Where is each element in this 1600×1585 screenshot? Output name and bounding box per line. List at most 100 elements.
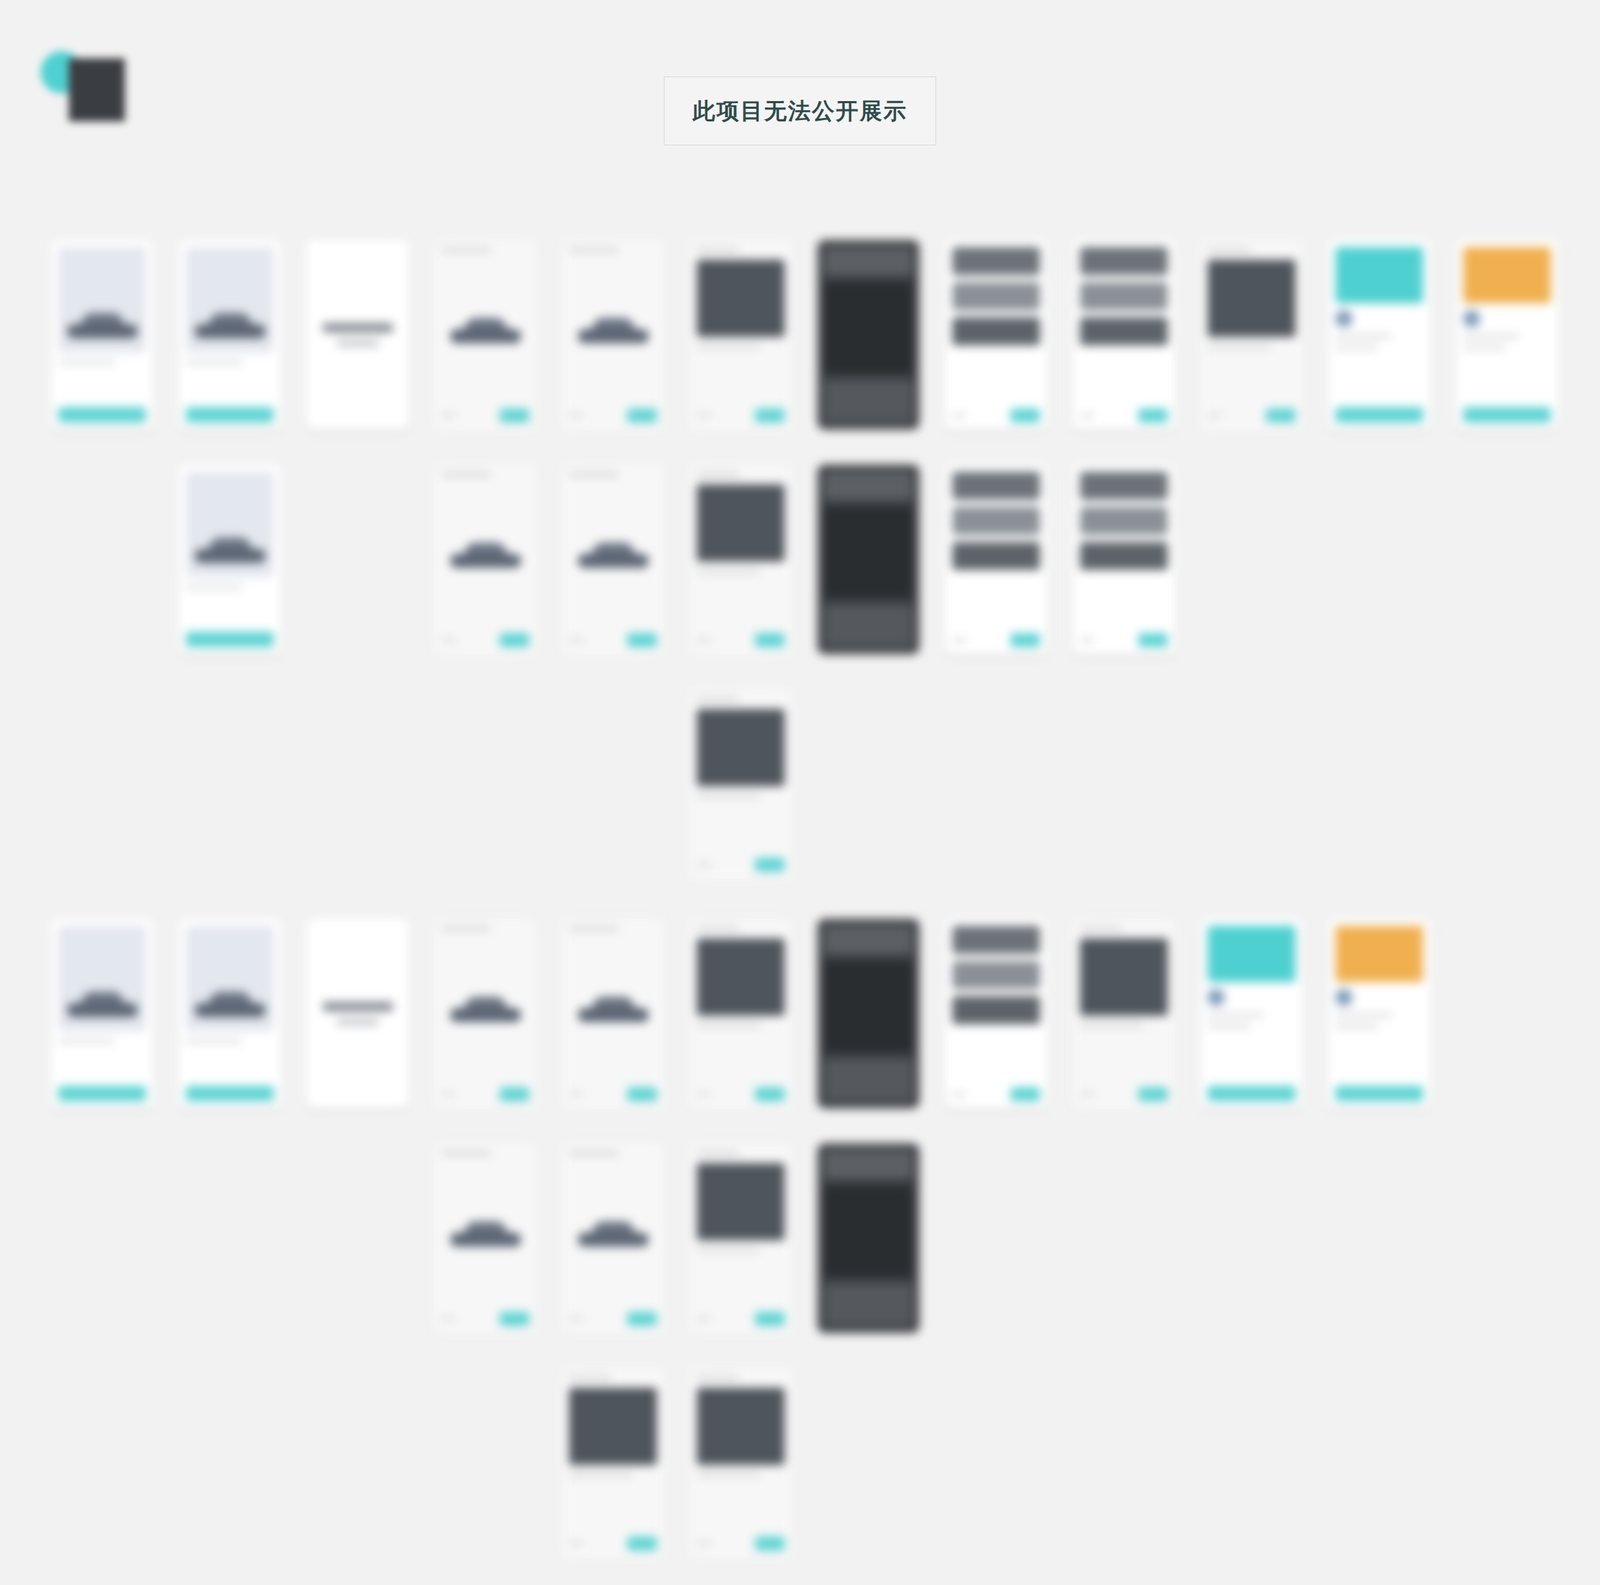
car-image [450, 1221, 521, 1247]
screen-light [178, 240, 281, 430]
screen-car [562, 464, 664, 655]
action-pill [755, 1536, 785, 1551]
action-pill [1138, 1087, 1168, 1102]
board-column [306, 240, 409, 430]
board [51, 918, 1600, 1558]
board-column [562, 240, 664, 655]
car-image [67, 312, 138, 339]
header: 此项目无法公开展示 [0, 0, 1600, 240]
action-pill [627, 408, 657, 423]
car-image [578, 1221, 649, 1247]
board-column [689, 918, 792, 1558]
board-column [1200, 918, 1303, 1109]
car-image [578, 317, 649, 344]
action-pill [627, 1311, 657, 1326]
screen-photo [562, 1367, 664, 1558]
action-pill [755, 1311, 785, 1326]
page: 此项目无法公开展示 [0, 0, 1600, 1585]
board-column [306, 918, 409, 1109]
board-column [1072, 918, 1175, 1109]
action-pill [1265, 408, 1296, 423]
action-pill [499, 632, 530, 648]
board-column [817, 918, 920, 1333]
screen-list [1072, 464, 1175, 655]
action-pill [627, 1087, 657, 1102]
action-pill [1138, 632, 1168, 648]
action-pill [755, 1087, 785, 1102]
board [51, 240, 1600, 879]
screen-white [306, 918, 409, 1109]
screen-photo [689, 464, 792, 655]
screen-teal [1200, 918, 1303, 1109]
board-column [945, 240, 1048, 655]
screen-dark [817, 1143, 920, 1333]
car-image [578, 542, 649, 568]
board-column [1328, 240, 1431, 430]
screen-list [945, 918, 1048, 1109]
board-column [1200, 240, 1303, 430]
board-column [51, 918, 153, 1109]
screen-light [178, 464, 281, 655]
screen-photo [689, 240, 792, 430]
screen-car [434, 240, 537, 430]
screen-orange [1328, 918, 1431, 1109]
screen-list [945, 464, 1048, 655]
screen-photo [1200, 240, 1303, 430]
action-pill [1010, 632, 1040, 648]
screen-dark [817, 464, 920, 655]
screen-photo [689, 1143, 792, 1333]
screen-white [306, 240, 409, 430]
board-column [1328, 918, 1431, 1109]
screen-car [434, 1143, 537, 1333]
board-column [178, 240, 281, 655]
board-column [1072, 240, 1175, 655]
screen-dark [817, 240, 920, 430]
screen-car [562, 1143, 664, 1333]
board-column [1456, 240, 1558, 430]
screen-photo [689, 689, 792, 879]
action-pill [627, 632, 657, 648]
screen-car [562, 918, 664, 1109]
board-column [562, 918, 664, 1558]
action-pill [499, 408, 530, 423]
board-column [434, 918, 537, 1333]
screen-orange [1456, 240, 1558, 430]
action-pill [627, 1536, 657, 1551]
screen-car [434, 464, 537, 655]
boards [0, 240, 1600, 1558]
action-pill [1010, 1087, 1040, 1102]
board-column [434, 240, 537, 655]
board-column [689, 240, 792, 879]
action-pill [499, 1087, 530, 1102]
screen-list [945, 240, 1048, 430]
title: 此项目无法公开展示 [692, 98, 908, 124]
board-column [51, 240, 153, 430]
action-pill [499, 1311, 530, 1326]
action-pill [755, 857, 785, 872]
car-image [450, 996, 521, 1022]
screen-light [51, 918, 153, 1109]
car-image [195, 537, 266, 563]
board-column [178, 918, 281, 1109]
board-column [945, 918, 1048, 1109]
screen-car [562, 240, 664, 430]
action-pill [755, 408, 785, 423]
screen-light [178, 918, 281, 1109]
screen-photo [1072, 918, 1175, 1109]
screen-light [51, 240, 153, 430]
action-pill [1010, 408, 1040, 423]
screen-teal [1328, 240, 1431, 430]
screen-car [434, 918, 537, 1109]
car-image [67, 991, 138, 1017]
action-pill [1138, 408, 1168, 423]
screen-photo [689, 1367, 792, 1558]
car-image [578, 996, 649, 1022]
car-image [195, 991, 266, 1017]
screen-list [1072, 240, 1175, 430]
board-column [817, 240, 920, 655]
car-image [450, 317, 521, 344]
title-box: 此项目无法公开展示 [663, 76, 937, 146]
car-image [450, 542, 521, 568]
screen-dark [817, 918, 920, 1109]
logo-icon [40, 51, 664, 122]
